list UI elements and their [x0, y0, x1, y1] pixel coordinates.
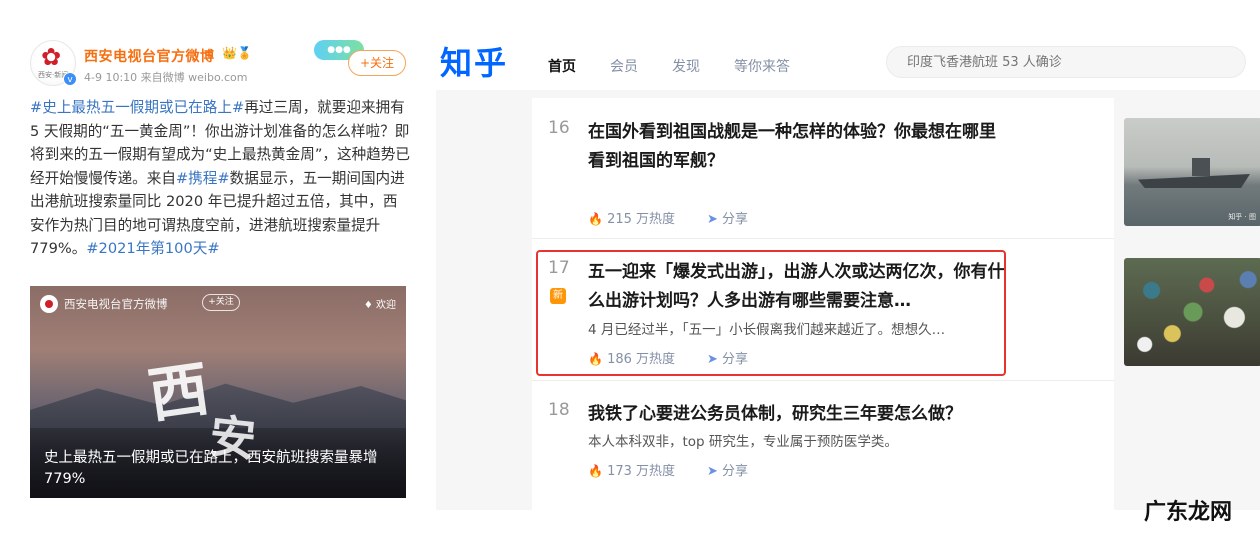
divider — [532, 380, 1114, 381]
site-watermark: 广东龙网 — [1143, 500, 1232, 525]
card-logo-icon — [40, 295, 58, 313]
zhihu-header: 知乎 首页 会员 发现 等你来答 — [436, 28, 1260, 90]
member-crown-icon: 👑🏅 — [222, 46, 252, 60]
crowd-thumbnail[interactable] — [1124, 258, 1260, 366]
hashtag-link[interactable]: #携程# — [176, 170, 230, 187]
hot-list-item[interactable]: 16 在国外看到祖国战舰是一种怎样的体验？你最想在哪里看到祖国的军舰？ 🔥 21… — [532, 118, 1260, 228]
share-label: 分享 — [722, 212, 749, 227]
post-meta: 4-9 10:10 来自微博 weibo.com — [84, 71, 248, 84]
paper-plane-icon: ➤ — [707, 212, 718, 227]
ship-hull — [1138, 174, 1250, 188]
paper-plane-icon: ➤ — [707, 464, 718, 479]
heat-text: 215 万热度 — [607, 212, 676, 227]
card-like-icon[interactable]: ♦ 欢迎 — [364, 296, 396, 311]
search-input[interactable] — [886, 46, 1246, 78]
zhihu-hot-list-panel: 知乎 首页 会员 发现 等你来答 16 在国外看到祖国战舰是一种怎样的体验？你最… — [436, 28, 1260, 510]
nav-membership[interactable]: 会员 — [610, 56, 638, 76]
nav-discover[interactable]: 发现 — [672, 56, 700, 76]
weibo-account-name[interactable]: 西安电视台官方微博 — [84, 46, 215, 66]
video-card[interactable]: 西安电视台官方微博 +关注 ♦ 欢迎 西 安 史上最热五一假期或已在路上，西安航… — [30, 286, 406, 498]
share-button[interactable]: ➤ 分享 — [707, 208, 748, 227]
heat-text: 173 万热度 — [607, 464, 676, 479]
warship-thumbnail[interactable]: 知乎 · 图 — [1124, 118, 1260, 226]
hot-list-item[interactable]: 18 我铁了心要进公务员体制，研究生三年要怎么做？ 本人本科双非，top 研究生… — [532, 400, 1114, 500]
weibo-avatar[interactable]: ✿ 西安·新闻 v — [30, 40, 77, 86]
card-caption: 史上最热五一假期或已在路上，西安航班搜索量暴增 779% — [44, 450, 378, 487]
question-title[interactable]: 我铁了心要进公务员体制，研究生三年要怎么做？ — [588, 400, 1008, 429]
thumbnail-watermark: 知乎 · 图 — [1228, 213, 1256, 221]
nav-waiting-answers[interactable]: 等你来答 — [734, 56, 790, 76]
calligraphy-char-1: 西 — [144, 354, 214, 432]
highlight-box — [536, 250, 1006, 376]
flower-logo-icon: ✿ — [41, 43, 62, 71]
hashtag-link[interactable]: #史上最热五一假期或已在路上# — [30, 99, 244, 116]
card-account-name: 西安电视台官方微博 — [64, 297, 168, 311]
share-button[interactable]: ➤ 分享 — [707, 460, 748, 479]
card-follow-button[interactable]: +关注 — [202, 294, 240, 311]
heat-count: 🔥 173 万热度 — [588, 460, 675, 479]
flame-icon: 🔥 — [588, 464, 603, 478]
question-title[interactable]: 在国外看到祖国战舰是一种怎样的体验？你最想在哪里看到祖国的军舰？ — [588, 118, 1008, 176]
weibo-post-panel: ✿ 西安·新闻 v 西安电视台官方微博 👑🏅 4-9 10:10 来自微博 we… — [18, 28, 418, 510]
heat-count: 🔥 215 万热度 — [588, 208, 675, 227]
divider — [532, 238, 1114, 239]
rank-number: 18 — [548, 400, 570, 420]
question-excerpt: 本人本科双非，top 研究生，专业属于预防医学类。 — [588, 434, 898, 450]
zhihu-logo[interactable]: 知乎 — [440, 38, 508, 84]
verified-icon: v — [63, 72, 77, 86]
hashtag-link[interactable]: #2021年第100天# — [86, 240, 219, 257]
ship-tower — [1192, 158, 1210, 176]
flame-icon: 🔥 — [588, 212, 603, 226]
rank-number: 16 — [548, 118, 570, 138]
share-label: 分享 — [722, 464, 749, 479]
nav-home[interactable]: 首页 — [548, 56, 576, 76]
weibo-post-text: #史上最热五一假期或已在路上#再过三周，就要迎来拥有 5 天假期的“五一黄金周”… — [30, 96, 410, 261]
follow-button[interactable]: +关注 — [348, 50, 406, 76]
